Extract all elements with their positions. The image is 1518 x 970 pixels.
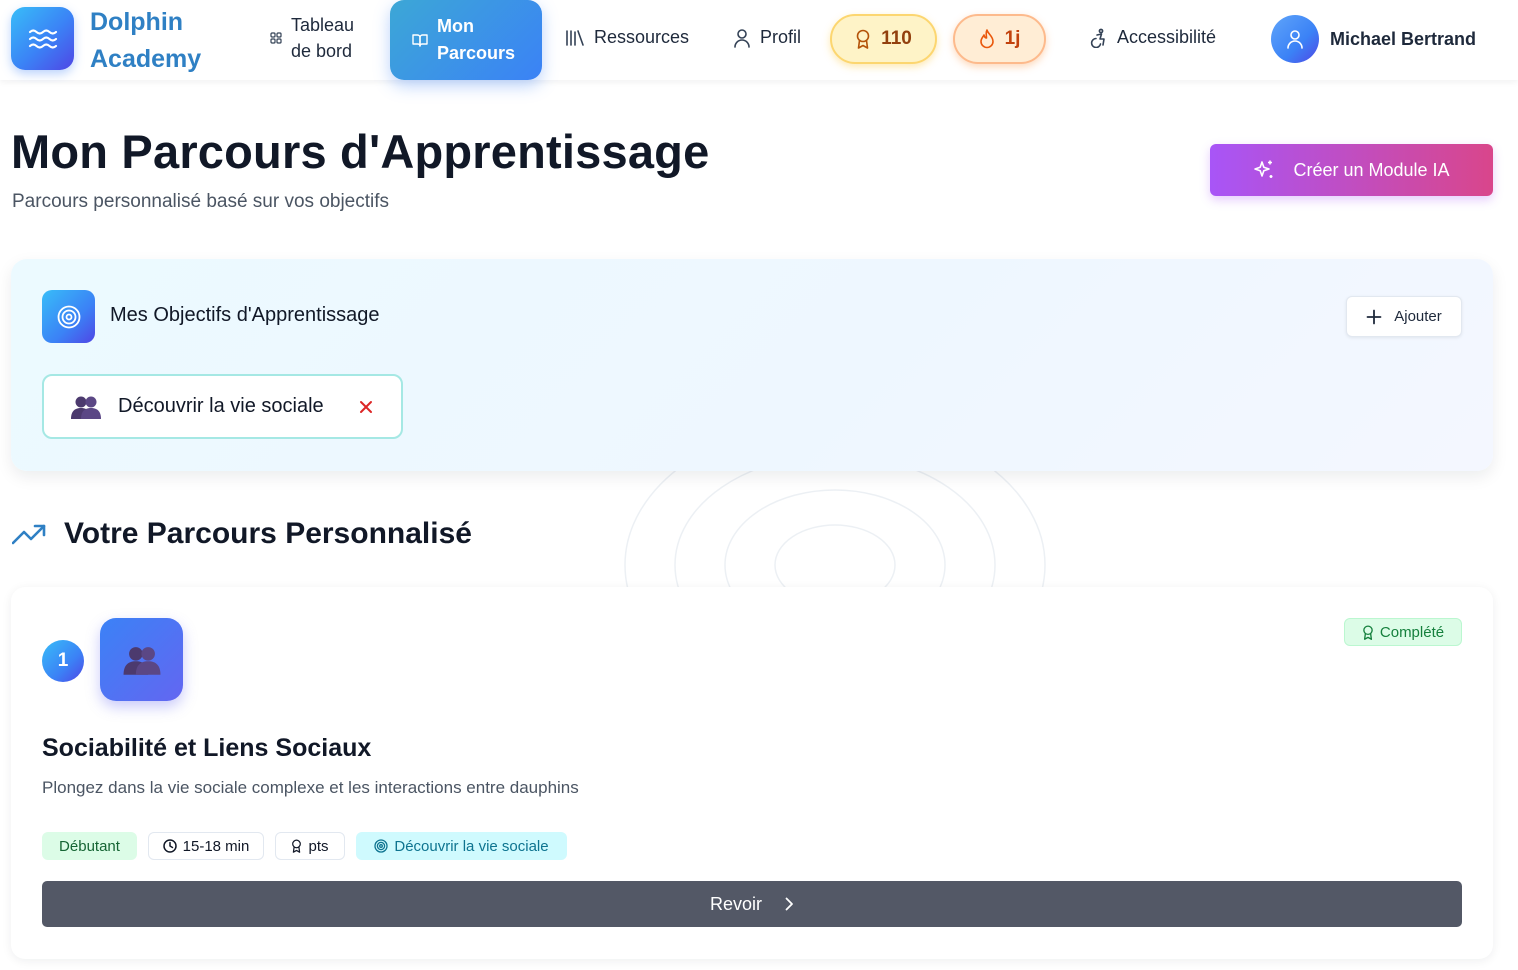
objectives-title: Mes Objectifs d'Apprentissage	[110, 304, 380, 326]
brand-name-line1: Dolphin	[90, 8, 184, 36]
step-number: 1	[42, 640, 84, 682]
nav-resources-label: Ressources	[594, 27, 690, 47]
user-icon	[1287, 30, 1303, 49]
nav-profile[interactable]: Profil	[733, 27, 801, 48]
nav-dashboard[interactable]: Tableau de bord	[270, 12, 361, 64]
user-icon	[733, 28, 751, 48]
flame-icon	[979, 29, 995, 49]
duration-tag: 15-18 min	[148, 832, 264, 860]
points-tag: pts	[275, 832, 345, 860]
create-ai-module-button[interactable]: Créer un Module IA	[1210, 144, 1493, 196]
logo-button[interactable]	[11, 7, 74, 70]
objective-tag-label: Découvrir la vie sociale	[394, 837, 549, 855]
journey-title: Votre Parcours Personnalisé	[64, 517, 472, 550]
brand-name[interactable]: Dolphin Academy	[90, 4, 220, 78]
module-description: Plongez dans la vie sociale complexe et …	[42, 778, 579, 797]
review-button[interactable]: Revoir	[42, 881, 1462, 927]
book-open-icon	[412, 33, 428, 47]
page-title: Mon Parcours d'Apprentissage	[11, 125, 710, 178]
streak-value: 1j	[1004, 28, 1021, 49]
objective-tag: Découvrir la vie sociale	[356, 832, 567, 860]
points-badge[interactable]: 110	[830, 14, 937, 64]
nav-dashboard-line1: Tableau	[291, 15, 355, 35]
waves-icon	[28, 28, 57, 49]
avatar	[1271, 15, 1319, 63]
objective-label: Découvrir la vie sociale	[118, 395, 324, 417]
library-icon	[565, 29, 585, 47]
review-label: Revoir	[709, 893, 762, 914]
chevron-right-icon	[784, 897, 794, 911]
points-value: 110	[881, 28, 912, 49]
target-icon	[374, 839, 389, 853]
add-objective-label: Ajouter	[1394, 308, 1442, 325]
clock-icon	[162, 839, 177, 853]
duration-label: 15-18 min	[182, 837, 250, 855]
user-name: Michael Bertrand	[1330, 28, 1477, 49]
nav-dashboard-line2: de bord	[291, 41, 353, 61]
award-icon	[291, 839, 302, 853]
status-label: Complété	[1379, 623, 1445, 641]
people-icon	[100, 618, 183, 701]
create-ai-module-label: Créer un Module IA	[1293, 159, 1450, 180]
plus-icon	[1366, 309, 1382, 325]
level-tag: Débutant	[42, 832, 137, 860]
grid-icon	[270, 32, 282, 44]
close-icon	[360, 401, 372, 413]
sparkles-icon	[1253, 159, 1275, 181]
nav-resources[interactable]: Ressources	[565, 27, 689, 48]
module-title: Sociabilité et Liens Sociaux	[42, 734, 372, 762]
level-label: Débutant	[59, 837, 120, 855]
nav-journey-line2: Parcours	[437, 43, 516, 63]
nav-accessibility-label: Accessibilité	[1117, 27, 1217, 47]
journey-heading: Votre Parcours Personnalisé	[12, 517, 472, 551]
nav-journey-line1: Mon	[437, 16, 474, 36]
nav-accessibility[interactable]: Accessibilité	[1088, 27, 1216, 48]
module-card: 1 Complété Sociabilité et Liens Sociaux …	[11, 587, 1493, 959]
add-objective-button[interactable]: Ajouter	[1346, 296, 1462, 337]
accessibility-icon	[1088, 28, 1108, 48]
award-icon	[855, 29, 871, 49]
nav-my-journey[interactable]: Mon Parcours	[390, 0, 542, 80]
brand-name-line2: Academy	[90, 45, 202, 73]
page-subtitle: Parcours personnalisé basé sur vos objec…	[12, 191, 390, 212]
objective-chip[interactable]: Découvrir la vie sociale	[42, 374, 403, 439]
top-navbar: Dolphin Academy Tableau de bord Mon Parc…	[0, 0, 1518, 80]
user-menu[interactable]: Michael Bertrand	[1271, 15, 1476, 63]
streak-badge[interactable]: 1j	[953, 14, 1046, 64]
status-badge: Complété	[1344, 618, 1462, 646]
target-icon	[42, 290, 95, 343]
remove-objective-button[interactable]	[356, 397, 376, 417]
award-icon	[1362, 624, 1374, 640]
nav-profile-label: Profil	[760, 27, 802, 47]
objectives-card: Mes Objectifs d'Apprentissage Ajouter Dé…	[11, 259, 1493, 471]
people-icon	[70, 394, 102, 420]
trending-up-icon	[12, 523, 46, 545]
points-label: pts	[308, 837, 329, 855]
